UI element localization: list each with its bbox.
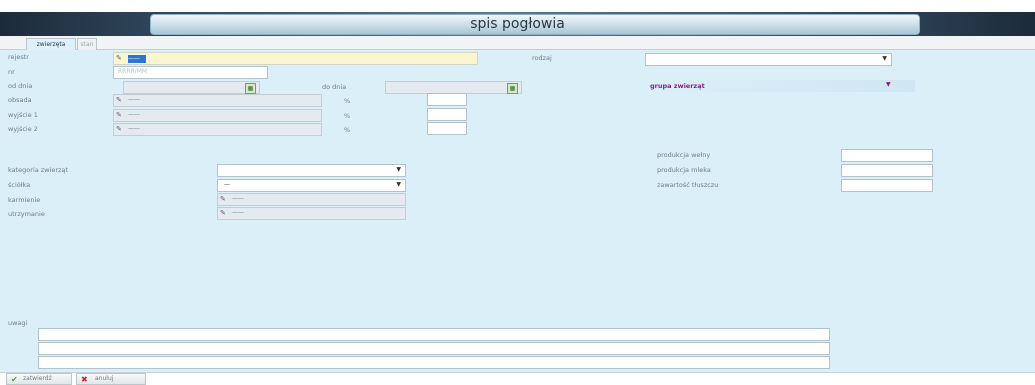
produkcja-welny-field[interactable] — [841, 149, 933, 162]
karmienie-field[interactable]: ✎ —— — [217, 193, 406, 206]
wyjscie2-value: —— — [128, 125, 140, 132]
rejestr-field[interactable]: ✎ —— — [113, 52, 478, 65]
chevron-down-icon: ▼ — [396, 181, 401, 188]
cancel-button[interactable]: ✖ anuluj — [76, 373, 146, 385]
close-icon: ✖ — [81, 375, 88, 384]
chevron-down-icon: ▼ — [886, 81, 891, 88]
utrzymanie-label: utrzymanie — [8, 210, 45, 218]
zawartosc-tluszczu-field[interactable] — [841, 179, 933, 192]
wyjscie2-field[interactable]: ✎ —— — [113, 123, 322, 136]
save-button[interactable]: ✔ zatwierdź — [6, 373, 72, 385]
tab-zwierzeta[interactable]: zwierzęta — [26, 38, 76, 50]
od-dnia-label: od dnia — [8, 82, 33, 90]
uwagi-line-2[interactable] — [38, 342, 830, 355]
wyjscie1-value: —— — [128, 111, 140, 118]
percent-label: % — [344, 126, 351, 134]
lookup-icon[interactable]: ✎ — [116, 125, 122, 133]
window-title: spis pogłowia — [470, 16, 565, 32]
obsada-value: —— — [128, 96, 140, 103]
kategoria-label: kategoria zwierząt — [8, 166, 68, 174]
wyjscie1-label: wyjście 1 — [8, 111, 38, 119]
tab-stan[interactable]: stan — [77, 38, 97, 50]
lookup-icon[interactable]: ✎ — [220, 209, 226, 217]
tab-strip — [0, 36, 1035, 50]
sciolka-value: — — [224, 181, 230, 188]
grupa-zwierzat-label: grupa zwierząt — [650, 82, 705, 90]
do-dnia-label: do dnia — [322, 83, 347, 91]
rodzaj-select[interactable]: ▼ — [645, 53, 892, 66]
obsada-field[interactable]: ✎ —— — [113, 94, 322, 107]
karmienie-label: karmienie — [8, 196, 41, 204]
uwagi-label: uwagi — [8, 319, 28, 327]
produkcja-mleka-label: produkcja mleka — [657, 166, 711, 174]
wyjscie1-field[interactable]: ✎ —— — [113, 109, 322, 122]
wyjscie1-percent-field[interactable] — [427, 108, 467, 121]
wyjscie2-label: wyjście 2 — [8, 125, 38, 133]
chevron-down-icon: ▼ — [882, 55, 887, 62]
utrzymanie-field[interactable]: ✎ —— — [217, 207, 406, 220]
lookup-icon[interactable]: ✎ — [116, 96, 122, 104]
rodzaj-label: rodzaj — [532, 54, 552, 62]
checkmark-icon: ✔ — [11, 375, 18, 384]
save-button-label: zatwierdź — [23, 375, 52, 382]
button-bar — [0, 372, 1035, 385]
chevron-down-icon: ▼ — [396, 166, 401, 173]
calendar-icon[interactable]: ▦ — [245, 83, 256, 94]
percent-label: % — [344, 97, 351, 105]
lookup-icon[interactable]: ✎ — [220, 195, 226, 203]
obsada-label: obsada — [8, 96, 32, 104]
produkcja-welny-label: produkcja wełny — [657, 151, 711, 159]
lookup-icon[interactable]: ✎ — [116, 54, 122, 62]
zawartosc-tluszczu-label: zawartość tłuszczu — [657, 181, 719, 189]
percent-label: % — [344, 112, 351, 120]
nr-label: nr — [8, 68, 15, 76]
obsada-percent-field[interactable] — [427, 93, 467, 106]
kategoria-select[interactable]: ▼ — [217, 164, 406, 177]
produkcja-mleka-field[interactable] — [841, 164, 933, 177]
wyjscie2-percent-field[interactable] — [427, 122, 467, 135]
karmienie-value: —— — [232, 195, 244, 202]
uwagi-line-1[interactable] — [38, 328, 830, 341]
sciolka-label: ściółka — [8, 181, 31, 189]
uwagi-line-3[interactable] — [38, 356, 830, 369]
calendar-icon[interactable]: ▦ — [507, 83, 518, 94]
lookup-icon[interactable]: ✎ — [116, 111, 122, 119]
nr-field[interactable]: RRRR/MM — [113, 66, 268, 79]
utrzymanie-value: —— — [232, 209, 244, 216]
sciolka-select[interactable]: — ▼ — [217, 179, 406, 192]
rejestr-label: rejestr — [8, 53, 29, 61]
od-dnia-field[interactable]: ▦ — [123, 81, 260, 94]
nr-placeholder: RRRR/MM — [118, 68, 148, 75]
cancel-button-label: anuluj — [95, 375, 114, 382]
rejestr-value: —— — [128, 55, 146, 63]
